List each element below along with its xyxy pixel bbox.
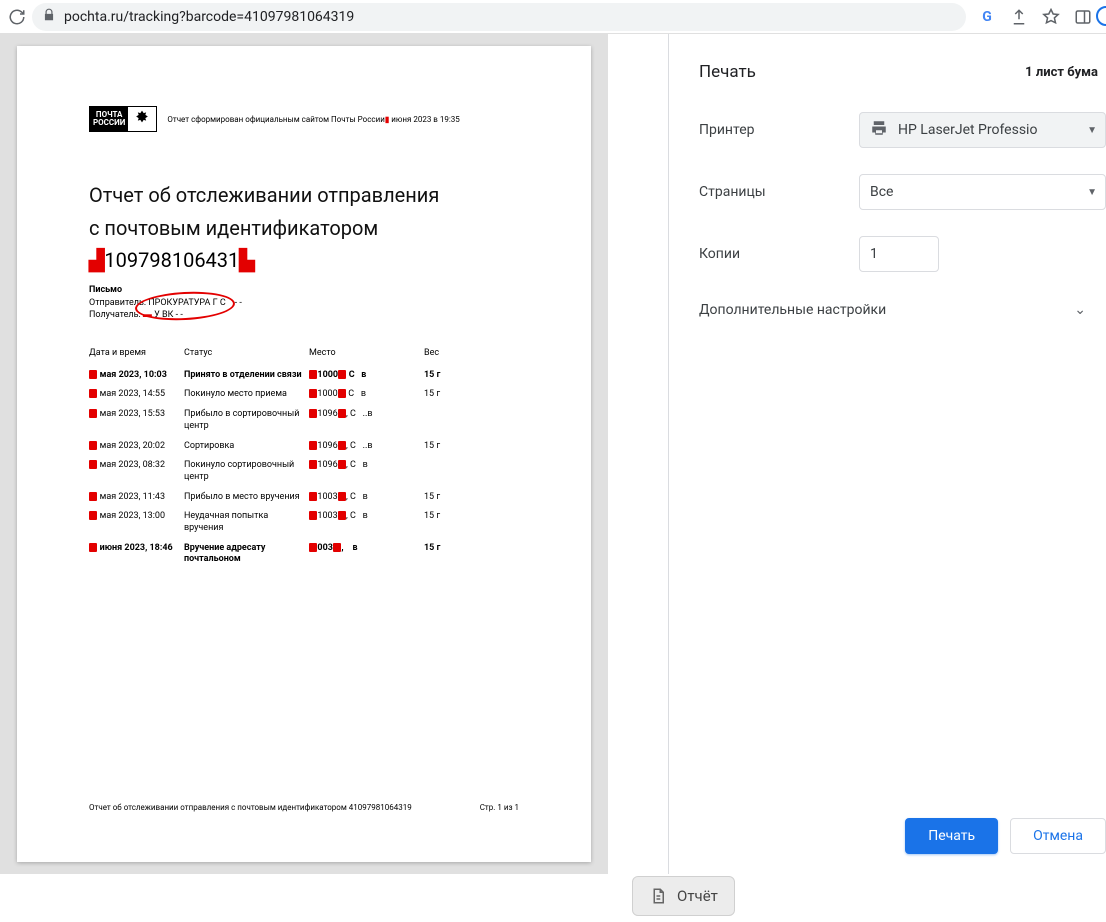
eagle-icon (128, 107, 156, 131)
table-row: ▮ мая 2023, 15:53Прибыло в сортировочный… (89, 405, 519, 436)
sidepanel-icon[interactable] (1074, 8, 1092, 26)
tracking-table: Дата и время Статус Место Вес ▮ мая 2023… (89, 344, 519, 570)
google-icon[interactable]: G (978, 8, 996, 26)
footer-left: Отчет об отслеживании отправления с почт… (89, 803, 412, 812)
cancel-button[interactable]: Отмена (1010, 818, 1106, 854)
chevron-down-icon: ▼ (1087, 125, 1097, 136)
pochta-logo: ПОЧТАРОССИИ (89, 106, 157, 132)
document-page: ПОЧТАРОССИИ Отчет сформирован официальны… (17, 46, 591, 862)
browser-address-bar: pochta.ru/tracking?barcode=4109798106431… (0, 0, 1106, 34)
document-icon (649, 887, 667, 905)
printer-label: Принтер (699, 122, 859, 138)
recipient-label: Получатель: (89, 310, 141, 320)
doc-title-line1: Отчет об отслеживании отправления (89, 182, 519, 209)
pages-select[interactable]: Все ▼ (859, 174, 1106, 210)
table-row: ▮ мая 2023, 10:03Принято в отделении свя… (89, 366, 519, 386)
chevron-down-icon: ▼ (1087, 187, 1097, 198)
share-icon[interactable] (1010, 8, 1028, 26)
table-row: ▮ мая 2023, 20:02Сортировка▮1096▮, C ..в… (89, 437, 519, 457)
logo-text-bottom: РОССИИ (93, 118, 125, 127)
printer-select[interactable]: HP LaserJet Professio ▼ (859, 112, 1106, 148)
table-row: ▮ мая 2023, 14:55Покинуло место приема▮1… (89, 385, 519, 405)
more-settings-label: Дополнительные настройки (699, 302, 886, 318)
footer-right: Стр. 1 из 1 (480, 803, 519, 812)
spacer (608, 34, 668, 874)
pages-value: Все (870, 184, 893, 200)
barcode: ▟109798106431▙ (89, 248, 519, 272)
report-tab[interactable]: Отчёт (632, 876, 735, 916)
url-field[interactable]: pochta.ru/tracking?barcode=4109798106431… (32, 3, 966, 31)
print-preview: ПОЧТАРОССИИ Отчет сформирован официальны… (0, 34, 608, 874)
url-text: pochta.ru/tracking?barcode=4109798106431… (64, 9, 354, 25)
redaction-mark: ▙ (239, 248, 254, 272)
sheet-count: 1 лист бума (1025, 65, 1098, 80)
copies-label: Копии (699, 246, 859, 262)
chevron-down-icon: ⌄ (1074, 302, 1086, 318)
reload-icon[interactable] (8, 8, 26, 26)
print-dialog: Печать 1 лист бума Принтер HP LaserJet P… (668, 34, 1106, 874)
col-status: Статус (184, 344, 309, 366)
doc-title-line2: с почтовым идентификатором (89, 215, 519, 242)
sender-label: Отправитель: (89, 298, 146, 308)
report-generated: Отчет сформирован официальным сайтом Поч… (167, 115, 459, 124)
printer-icon (870, 119, 888, 141)
printer-value: HP LaserJet Professio (898, 122, 1037, 138)
lock-icon (42, 8, 56, 26)
copies-input[interactable]: 1 (859, 236, 939, 272)
table-row: ▮ мая 2023, 11:43Прибыло в место вручени… (89, 488, 519, 508)
table-row: ▮ мая 2023, 08:32Покинуло сортировочный … (89, 456, 519, 487)
col-weight: Вес (424, 344, 519, 366)
print-button[interactable]: Печать (905, 818, 998, 854)
col-datetime: Дата и время (89, 344, 184, 366)
report-tab-label: Отчёт (677, 887, 718, 905)
print-title: Печать (699, 62, 756, 82)
letter-type: Письмо (89, 284, 519, 297)
pages-label: Страницы (699, 184, 859, 200)
star-icon[interactable] (1042, 8, 1060, 26)
copies-value: 1 (870, 246, 878, 262)
table-row: ▮ июня 2023, 18:46Вручение адресату почт… (89, 539, 519, 570)
col-place: Место (309, 344, 424, 366)
table-row: ▮ мая 2023, 13:00Неудачная попытка вруче… (89, 507, 519, 538)
sender-value: ПРОКУРАТУРА Г С (148, 298, 225, 308)
more-settings[interactable]: Дополнительные настройки ⌄ (699, 302, 1106, 318)
meta-block: Письмо Отправитель: ПРОКУРАТУРА Г С - - … (89, 284, 519, 322)
recipient-value: У ВК - - (154, 310, 183, 320)
redaction-mark: ▟ (89, 248, 104, 272)
